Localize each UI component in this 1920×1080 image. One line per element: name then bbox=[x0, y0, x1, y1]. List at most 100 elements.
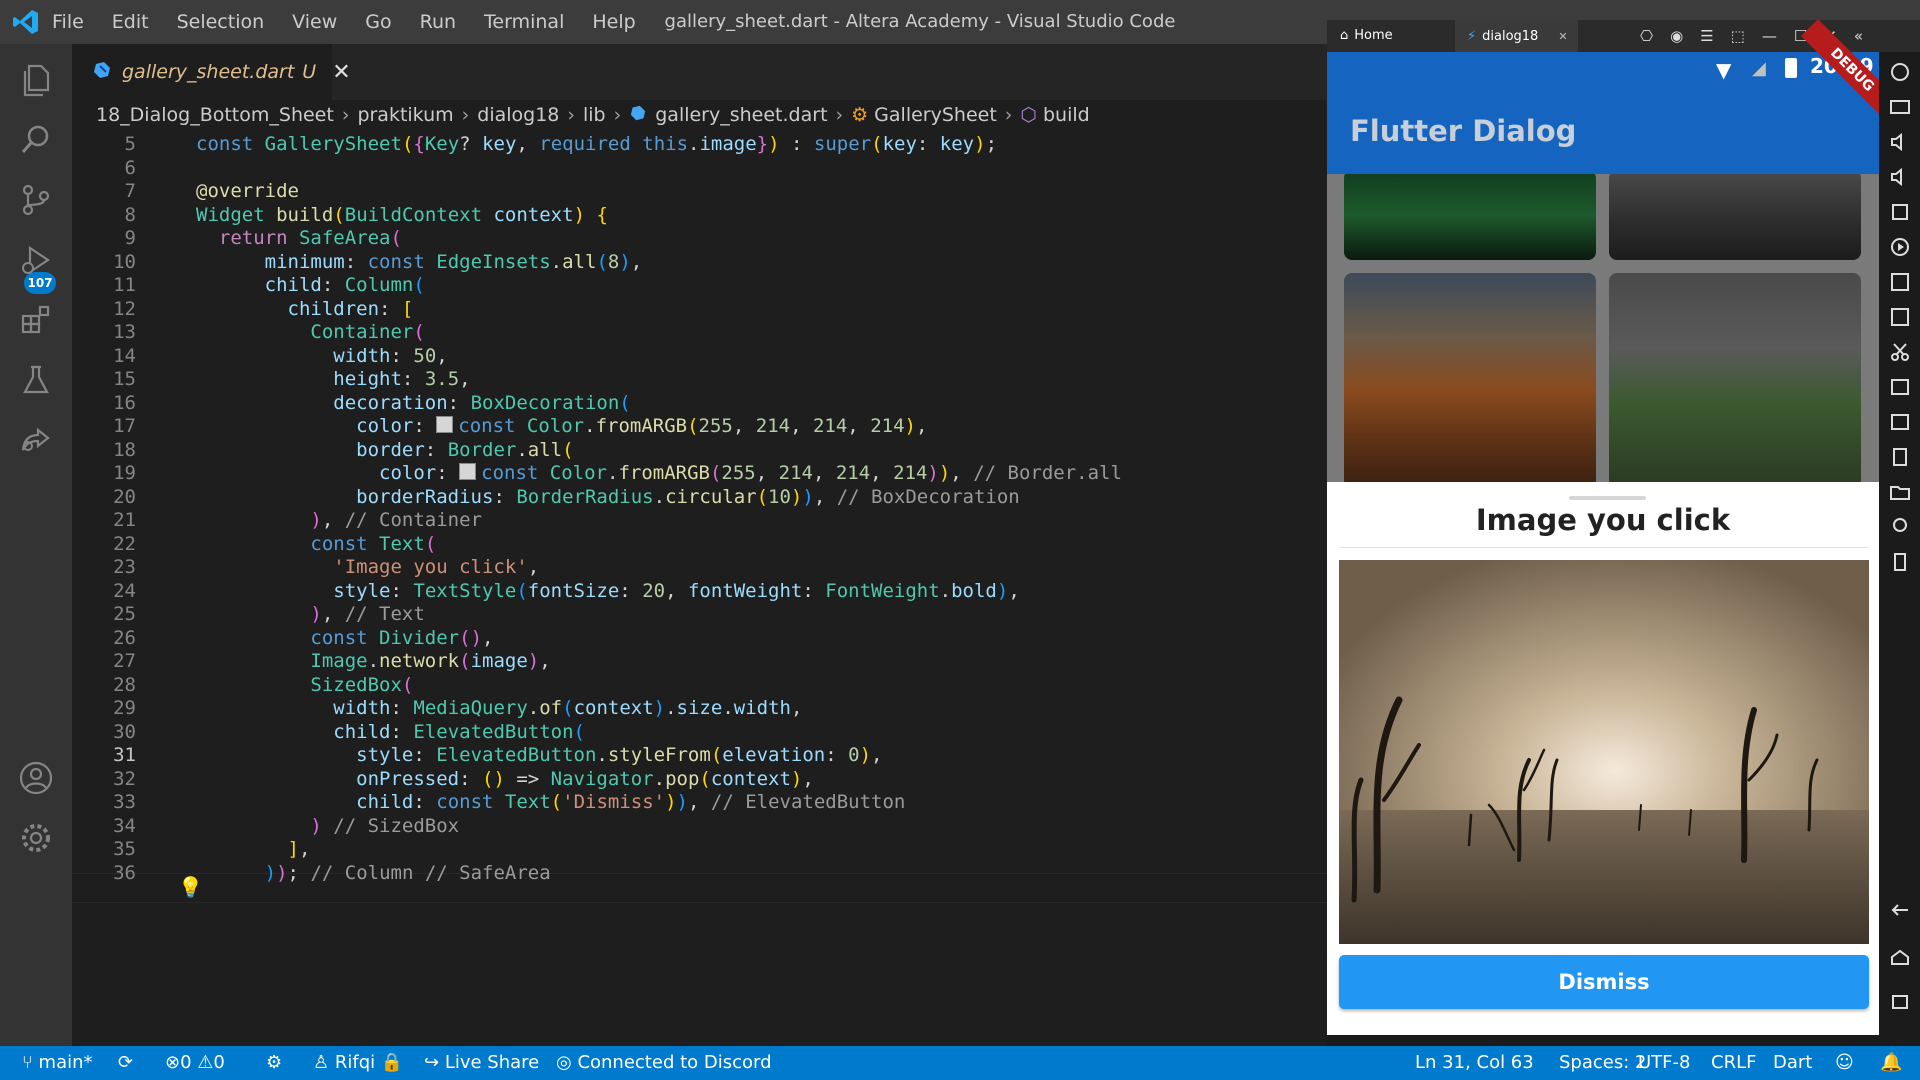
screenshot-icon[interactable]: ⬚ bbox=[1731, 27, 1745, 45]
discord-status[interactable]: ◎ Connected to Discord bbox=[556, 1046, 772, 1080]
extensions-icon[interactable] bbox=[16, 300, 56, 340]
chevron-right-icon: › bbox=[1004, 104, 1013, 126]
menu-bar: File Edit Selection View Go Run Terminal… bbox=[52, 0, 664, 44]
lightbulb-icon[interactable]: 💡 bbox=[178, 875, 203, 899]
media-icon[interactable] bbox=[1888, 375, 1912, 399]
language-mode[interactable]: Dart bbox=[1773, 1046, 1812, 1080]
apk-icon[interactable] bbox=[1888, 305, 1912, 329]
location-icon[interactable] bbox=[1888, 515, 1912, 539]
scissors-icon[interactable] bbox=[1888, 340, 1912, 364]
run-debug-icon[interactable] bbox=[16, 240, 56, 280]
close-icon[interactable]: ✕ bbox=[1558, 30, 1567, 43]
fullscreen-icon[interactable] bbox=[1888, 200, 1912, 224]
sheet-image bbox=[1339, 560, 1869, 944]
breadcrumb-item[interactable]: GallerySheet bbox=[874, 104, 997, 126]
breadcrumb-item[interactable]: build bbox=[1043, 104, 1090, 126]
live-share-icon[interactable] bbox=[16, 420, 56, 460]
back-icon[interactable] bbox=[1888, 898, 1912, 922]
install-icon[interactable] bbox=[1888, 270, 1912, 294]
menu-go[interactable]: Go bbox=[365, 11, 391, 33]
recents-icon[interactable] bbox=[1888, 990, 1912, 1014]
warning-count: 0 bbox=[213, 1052, 225, 1073]
shake-icon[interactable] bbox=[1888, 550, 1912, 574]
encoding[interactable]: UTF-8 bbox=[1638, 1046, 1690, 1080]
window-title: gallery_sheet.dart - Altera Academy - Vi… bbox=[664, 11, 1176, 32]
lock-icon: 🔒 bbox=[380, 1052, 404, 1073]
chevron-right-icon: › bbox=[835, 104, 844, 126]
gamepad-icon[interactable]: ⎔ bbox=[1640, 27, 1653, 45]
emulator-tab-home[interactable]: ⌂ Home bbox=[1340, 20, 1393, 52]
menu-edit[interactable]: Edit bbox=[112, 11, 149, 33]
problems-indicator[interactable]: ⊗0 ⚠0 bbox=[165, 1046, 225, 1080]
gallery-image[interactable] bbox=[1344, 273, 1596, 488]
emulator-tab-home-label: Home bbox=[1354, 28, 1393, 43]
globe-icon: ◎ bbox=[556, 1052, 578, 1073]
vscode-logo-icon bbox=[12, 8, 40, 36]
chevron-right-icon: › bbox=[341, 104, 350, 126]
breadcrumb-item[interactable]: dialog18 bbox=[477, 104, 559, 126]
sync-icon[interactable]: ⟳ bbox=[118, 1046, 133, 1080]
branch-indicator[interactable]: ⑂ main* bbox=[22, 1046, 93, 1080]
menu-view[interactable]: View bbox=[292, 11, 337, 33]
minimize-icon[interactable]: — bbox=[1762, 27, 1777, 45]
sheet-divider bbox=[1339, 547, 1869, 548]
activity-bar: 107 bbox=[0, 44, 72, 1046]
menu-run[interactable]: Run bbox=[420, 11, 456, 33]
gallery-image[interactable] bbox=[1609, 170, 1861, 260]
account-icon[interactable] bbox=[16, 758, 56, 798]
tab-close-icon[interactable]: ✕ bbox=[332, 60, 350, 85]
breadcrumb-item[interactable]: praktikum bbox=[357, 104, 453, 126]
indentation[interactable]: Spaces: 2 bbox=[1559, 1046, 1646, 1080]
explorer-icon[interactable] bbox=[16, 60, 56, 100]
account-icon[interactable]: ◉ bbox=[1670, 27, 1683, 45]
person-icon: ♙ bbox=[313, 1052, 335, 1073]
emulator-tab-dialog18[interactable]: ⚡ dialog18 ✕ bbox=[1455, 20, 1578, 52]
gallery-image[interactable] bbox=[1344, 170, 1596, 260]
record-icon[interactable] bbox=[1888, 235, 1912, 259]
run-icon[interactable]: ⚙ bbox=[266, 1046, 282, 1080]
live-share-label: Live Share bbox=[444, 1052, 540, 1073]
search-icon[interactable] bbox=[16, 120, 56, 160]
class-symbol-icon: ⚙ bbox=[851, 104, 869, 126]
manage-gear-icon[interactable] bbox=[16, 818, 56, 858]
collapse-icon[interactable]: « bbox=[1854, 27, 1863, 45]
cursor-position[interactable]: Ln 31, Col 63 bbox=[1415, 1046, 1534, 1080]
rotate-icon[interactable] bbox=[1888, 60, 1912, 84]
keyboard-icon[interactable] bbox=[1888, 95, 1912, 119]
code-editor[interactable]: 5 const GallerySheet({Key? key, required … bbox=[72, 130, 1327, 1046]
testing-icon[interactable] bbox=[16, 360, 56, 400]
dart-file-icon bbox=[92, 60, 112, 84]
menu-selection[interactable]: Selection bbox=[177, 11, 265, 33]
multi-instance-icon[interactable] bbox=[1888, 445, 1912, 469]
status-bar: ⑂ main* ⟳ ⊗0 ⚠0 ⚙ ♙ Rifqi 🔒 ↪ Live Share… bbox=[0, 1046, 1920, 1080]
gallery-image[interactable] bbox=[1609, 273, 1861, 488]
error-icon: ⊗ bbox=[165, 1052, 181, 1073]
dismiss-button[interactable]: Dismiss bbox=[1339, 955, 1869, 1009]
chevron-right-icon: › bbox=[461, 104, 470, 126]
user-indicator[interactable]: ♙ Rifqi 🔒 bbox=[313, 1046, 403, 1080]
battery-icon bbox=[1785, 58, 1797, 78]
feedback-icon[interactable]: ☺ bbox=[1835, 1046, 1854, 1080]
home-button-icon[interactable] bbox=[1888, 945, 1912, 969]
breadcrumb-item[interactable]: gallery_sheet.dart bbox=[655, 104, 827, 126]
git-branch-icon: ⑂ bbox=[22, 1052, 39, 1073]
settings-panel-icon[interactable] bbox=[1888, 410, 1912, 434]
breadcrumb-item[interactable]: 18_Dialog_Bottom_Sheet bbox=[96, 104, 334, 126]
tab-untracked-marker: U bbox=[302, 61, 317, 83]
volume-down-icon[interactable] bbox=[1888, 165, 1912, 189]
volume-up-icon[interactable] bbox=[1888, 130, 1912, 154]
notifications-bell-icon[interactable]: 🔔 bbox=[1880, 1046, 1902, 1080]
source-control-icon[interactable] bbox=[16, 180, 56, 220]
folder-icon[interactable] bbox=[1888, 480, 1912, 504]
live-share-status[interactable]: ↪ Live Share bbox=[424, 1046, 539, 1080]
line-ending[interactable]: CRLF bbox=[1711, 1046, 1756, 1080]
menu-file[interactable]: File bbox=[52, 11, 84, 33]
menu-help[interactable]: Help bbox=[592, 11, 635, 33]
no-signal-icon: ◢ bbox=[1752, 58, 1766, 79]
menu-icon[interactable]: ☰ bbox=[1700, 27, 1713, 45]
user-name: Rifqi bbox=[334, 1052, 376, 1073]
breadcrumb-item[interactable]: lib bbox=[583, 104, 606, 126]
tab-gallery-sheet[interactable]: gallery_sheet.dart U ✕ bbox=[72, 44, 351, 100]
emulator-tab-app-label: dialog18 bbox=[1482, 28, 1539, 44]
menu-terminal[interactable]: Terminal bbox=[484, 11, 564, 33]
